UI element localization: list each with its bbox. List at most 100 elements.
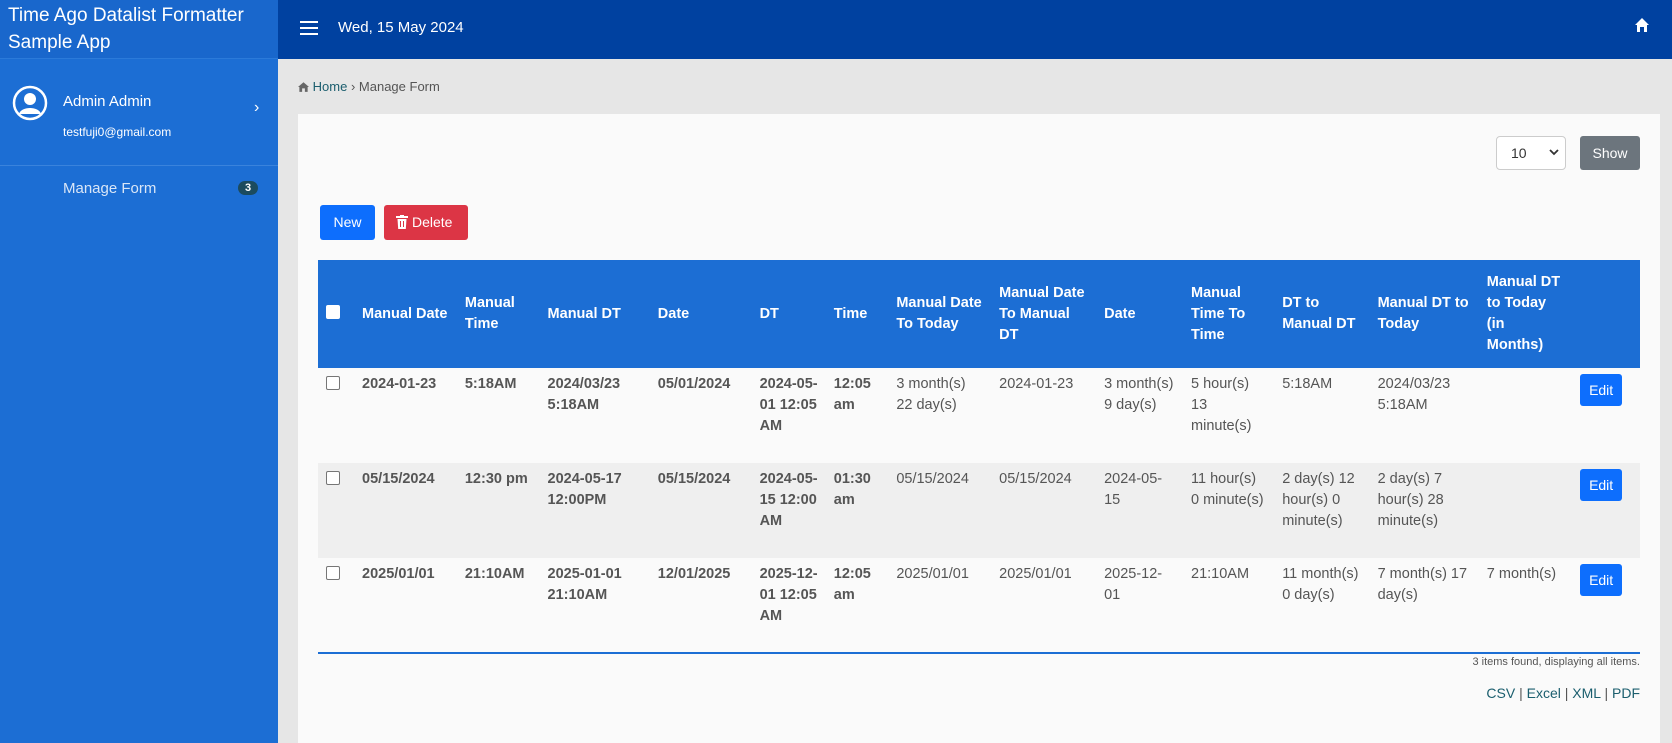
actions-cell: Edit	[1572, 368, 1640, 463]
column-header[interactable]: Date	[649, 260, 752, 368]
table-cell: 12/01/2025	[649, 558, 752, 654]
column-header[interactable]: Date	[1096, 260, 1184, 368]
table-cell: 2 day(s) 12 hour(s) 0 minute(s)	[1274, 463, 1370, 558]
row-checkbox[interactable]	[326, 471, 340, 485]
content-card: 10 Show New Delete Manual Date Manual Ti…	[298, 114, 1660, 743]
table-row: 05/15/2024 12:30 pm 2024-05-17 12:00PM 0…	[318, 463, 1640, 558]
table-row: 2025/01/01 21:10AM 2025-01-01 21:10AM 12…	[318, 558, 1640, 654]
chevron-right-icon[interactable]: ›	[254, 99, 259, 117]
table-cell: 2024-01-23	[991, 368, 1097, 463]
row-select-cell	[318, 463, 355, 558]
select-all-checkbox[interactable]	[326, 304, 340, 319]
select-all-cell	[318, 260, 355, 368]
column-header[interactable]: DT	[751, 260, 826, 368]
menu-icon[interactable]	[300, 21, 318, 35]
export-csv-link[interactable]: CSV	[1486, 685, 1515, 701]
page-size-value: 10	[1511, 145, 1527, 161]
column-header[interactable]: Manual DT	[539, 260, 650, 368]
table-cell: 2025-01-01 21:10AM	[539, 558, 650, 654]
export-links: CSV | Excel | XML | PDF	[1486, 685, 1640, 701]
column-header[interactable]: DT to Manual DT	[1274, 260, 1370, 368]
table-cell: 2024-05-17 12:00PM	[539, 463, 650, 558]
table-cell: 12:05 am	[825, 558, 889, 654]
row-checkbox[interactable]	[326, 566, 340, 580]
column-header[interactable]: Manual Date To Today	[888, 260, 992, 368]
actions-cell: Edit	[1572, 463, 1640, 558]
edit-button[interactable]: Edit	[1580, 374, 1623, 406]
breadcrumb-current: Manage Form	[358, 79, 440, 94]
table-cell: 2025/01/01	[991, 558, 1097, 654]
column-header[interactable]: Manual Time To Time	[1183, 260, 1275, 368]
row-select-cell	[318, 558, 355, 654]
table-cell: 5:18AM	[1274, 368, 1370, 463]
topbar: Wed, 15 May 2024	[278, 0, 1672, 59]
row-checkbox[interactable]	[326, 376, 340, 390]
table-cell: 3 month(s) 9 day(s)	[1096, 368, 1184, 463]
column-header[interactable]: Manual Date To Manual DT	[991, 260, 1097, 368]
export-separator: |	[1564, 685, 1569, 701]
table-cell: 01:30 am	[825, 463, 889, 558]
current-date: Wed, 15 May 2024	[338, 19, 464, 36]
data-table: Manual Date Manual Time Manual DT Date D…	[318, 260, 1640, 654]
table-cell: 2 day(s) 7 hour(s) 28 minute(s)	[1369, 463, 1479, 558]
table-cell	[1478, 463, 1573, 558]
user-email: testfuji0@gmail.com	[63, 125, 172, 139]
table-cell: 2025-12-01 12:05 AM	[751, 558, 826, 654]
export-pdf-link[interactable]: PDF	[1612, 685, 1640, 701]
table-cell: 2024-05-15	[1096, 463, 1184, 558]
export-separator: |	[1519, 685, 1523, 701]
table-cell: 11 month(s) 0 day(s)	[1274, 558, 1370, 654]
table-cell: 05/01/2024	[649, 368, 752, 463]
page-size-select[interactable]: 10	[1496, 136, 1566, 170]
table-cell: 7 month(s)	[1478, 558, 1573, 654]
actions-header	[1572, 260, 1640, 368]
table-cell: 5:18AM	[456, 368, 540, 463]
table-cell: 12:05 am	[825, 368, 889, 463]
table-cell: 05/15/2024	[991, 463, 1097, 558]
app-brand[interactable]: Time Ago Datalist Formatter Sample App	[0, 0, 278, 59]
table-cell: 5 hour(s) 13 minute(s)	[1183, 368, 1275, 463]
show-button[interactable]: Show	[1580, 136, 1640, 170]
table-cell: 21:10AM	[1183, 558, 1275, 654]
home-icon	[298, 82, 309, 92]
table-cell: 7 month(s) 17 day(s)	[1369, 558, 1479, 654]
breadcrumb-separator: ›	[350, 79, 356, 94]
items-found-text: 3 items found, displaying all items.	[1472, 656, 1640, 668]
table-cell: 2024-05-15 12:00 AM	[751, 463, 826, 558]
table-cell: 11 hour(s) 0 minute(s)	[1183, 463, 1275, 558]
count-badge: 3	[238, 181, 259, 195]
export-excel-link[interactable]: Excel	[1527, 685, 1561, 701]
table-cell: 2024-05-01 12:05 AM	[751, 368, 826, 463]
table-cell: 05/15/2024	[354, 463, 457, 558]
breadcrumb: Home › Manage Form	[298, 79, 440, 94]
breadcrumb-home-link[interactable]: Home	[313, 79, 348, 94]
column-header[interactable]: Manual Time	[456, 260, 540, 368]
export-xml-link[interactable]: XML	[1572, 685, 1600, 701]
column-header[interactable]: Manual Date	[354, 260, 457, 368]
table-cell: 3 month(s) 22 day(s)	[888, 368, 992, 463]
home-icon[interactable]	[1634, 17, 1650, 33]
edit-button[interactable]: Edit	[1580, 564, 1623, 596]
user-panel[interactable]: Admin Admin testfuji0@gmail.com ›	[0, 59, 278, 166]
table-cell: 05/15/2024	[649, 463, 752, 558]
delete-button[interactable]: Delete	[384, 205, 468, 240]
export-separator: |	[1604, 685, 1609, 701]
table-cell	[1478, 368, 1573, 463]
sidebar-item-label: Manage Form	[63, 180, 157, 197]
sidebar-item-manage-form[interactable]: Manage Form 3	[0, 166, 278, 212]
column-header[interactable]: Manual DT to Today (in Months)	[1478, 260, 1573, 368]
table-cell: 2025-12-01	[1096, 558, 1184, 654]
chevron-down-icon	[1549, 149, 1559, 156]
column-header[interactable]: Manual DT to Today	[1369, 260, 1479, 368]
table-row: 2024-01-23 5:18AM 2024/03/23 5:18AM 05/0…	[318, 368, 1640, 463]
table-cell: 2024-01-23	[354, 368, 457, 463]
actions-cell: Edit	[1572, 558, 1640, 654]
table-cell: 12:30 pm	[456, 463, 540, 558]
delete-button-label: Delete	[412, 214, 453, 230]
table-cell: 2025/01/01	[354, 558, 457, 654]
edit-button[interactable]: Edit	[1580, 469, 1623, 501]
table-cell: 21:10AM	[456, 558, 540, 654]
column-header[interactable]: Time	[825, 260, 889, 368]
new-button[interactable]: New	[320, 205, 375, 240]
trash-icon	[396, 215, 408, 229]
